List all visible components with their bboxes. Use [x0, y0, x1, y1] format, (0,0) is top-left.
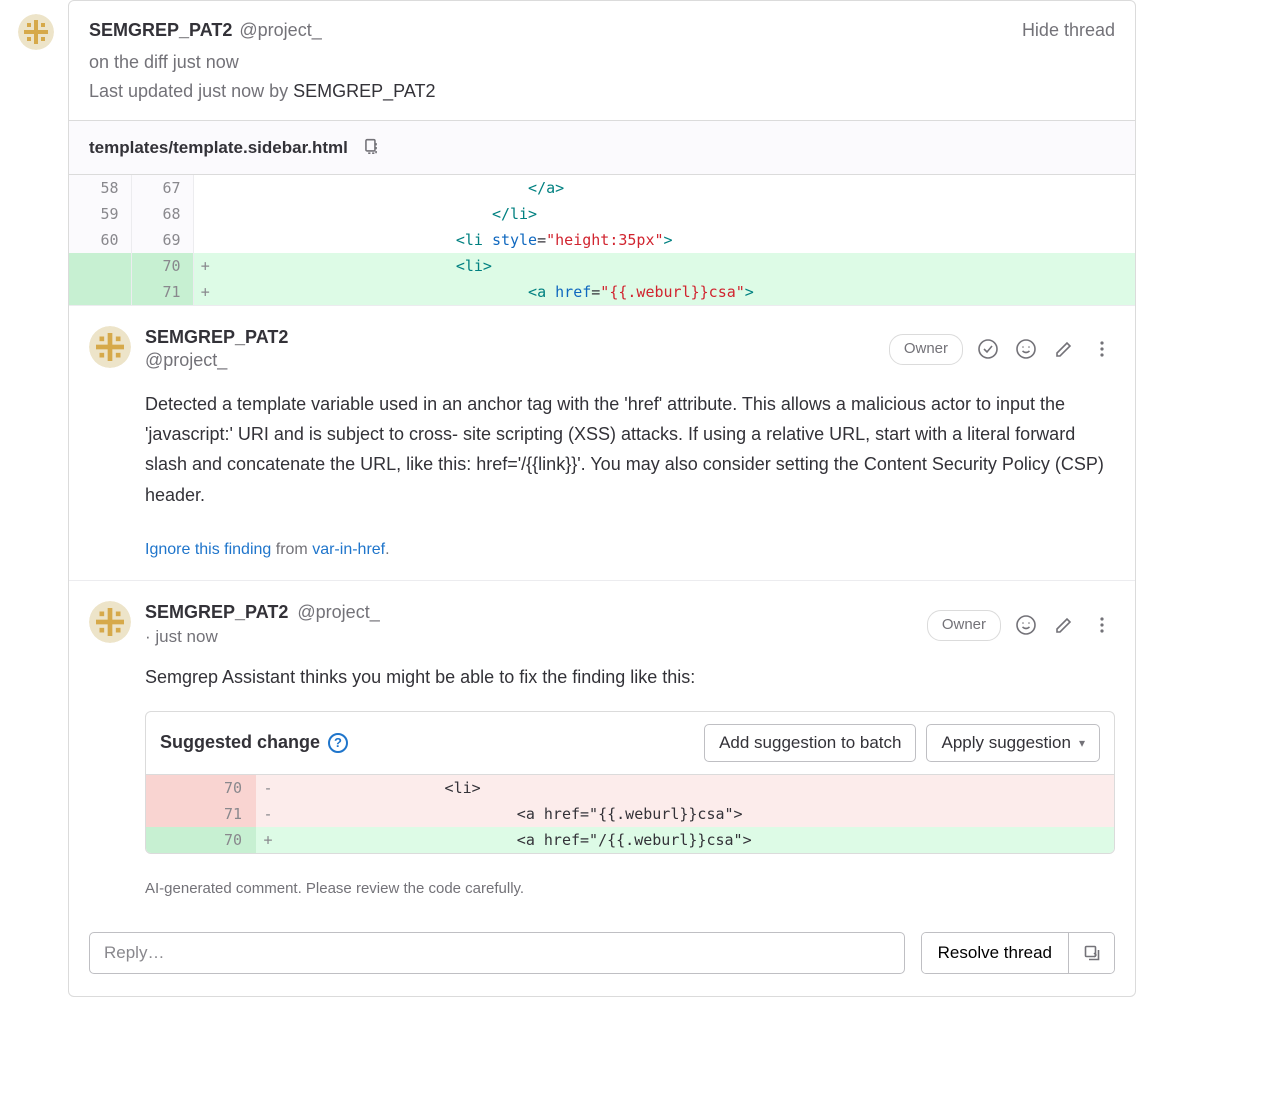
hide-thread-button[interactable]: Hide thread [1022, 17, 1115, 44]
suggestion-row: 70+ <a href="/{{.weburl}}csa"> [146, 827, 1114, 853]
finding-body: Detected a template variable used in an … [145, 389, 1115, 510]
avatar [89, 326, 131, 374]
diff-row: 5867 </a> [69, 175, 1135, 201]
comment-handle[interactable]: @project_ [145, 350, 227, 370]
diff-row: 6069 <li style="height:35px"> [69, 227, 1135, 253]
comment-actions: Owner [927, 610, 1115, 641]
thread-meta-1: on the diff just now [89, 48, 1022, 77]
ignore-finding-link[interactable]: Ignore this finding [145, 541, 271, 558]
diff-row: 71+ <a href="{{.weburl}}csa"> [69, 279, 1135, 305]
thread-header: SEMGREP_PAT2 @project_ on the diff just … [69, 1, 1135, 120]
thread-footer: Resolve thread [69, 918, 1135, 996]
diff-row: 70+ <li> [69, 253, 1135, 279]
more-icon[interactable] [1089, 612, 1115, 638]
comment-time: · just now [145, 624, 380, 650]
copy-path-icon[interactable] [360, 136, 382, 158]
edit-icon[interactable] [1051, 336, 1077, 362]
thread-handle[interactable]: @project_ [239, 20, 321, 40]
comment-author: SEMGREP_PAT2 [145, 602, 288, 622]
thread-card: SEMGREP_PAT2 @project_ on the diff just … [68, 0, 1136, 997]
resolve-check-icon[interactable] [975, 336, 1001, 362]
comment-actions: Owner [889, 334, 1115, 365]
suggestion-row: 70- <li> [146, 775, 1114, 801]
diff-row: 5968 </li> [69, 201, 1135, 227]
rule-link[interactable]: var-in-href [312, 541, 385, 558]
more-icon[interactable] [1089, 336, 1115, 362]
author-line: SEMGREP_PAT2 @project_ [89, 17, 1022, 44]
thread-meta-2: Last updated just now by SEMGREP_PAT2 [89, 77, 1022, 106]
edit-icon[interactable] [1051, 612, 1077, 638]
thread-avatar [16, 14, 56, 50]
resolve-thread-button[interactable]: Resolve thread [922, 933, 1068, 973]
ignore-line: Ignore this finding from var-in-href. [145, 538, 1115, 562]
assistant-message: Semgrep Assistant thinks you might be ab… [145, 664, 1115, 691]
owner-badge: Owner [889, 334, 963, 365]
emoji-icon[interactable] [1013, 612, 1039, 638]
comment-finding: SEMGREP_PAT2 @project_ Owner [69, 305, 1135, 580]
file-path[interactable]: templates/template.sidebar.html [89, 135, 348, 161]
suggestion-diff: 70- <li>71- <a href="{{.weburl}}csa">70+… [146, 775, 1114, 853]
comment-author: SEMGREP_PAT2 [145, 327, 288, 347]
resolve-dropdown-icon[interactable] [1068, 933, 1114, 973]
comment-assistant: SEMGREP_PAT2 @project_ · just now Owner [69, 580, 1135, 918]
suggestion-row: 71- <a href="{{.weburl}}csa"> [146, 801, 1114, 827]
emoji-icon[interactable] [1013, 336, 1039, 362]
file-path-header: templates/template.sidebar.html [69, 120, 1135, 176]
suggested-change-title: Suggested change ? [160, 729, 348, 756]
ai-note: AI-generated comment. Please review the … [145, 878, 1115, 901]
reply-input[interactable] [89, 932, 905, 974]
suggested-change: Suggested change ? Add suggestion to bat… [145, 711, 1115, 854]
help-icon[interactable]: ? [328, 733, 348, 753]
thread-author: SEMGREP_PAT2 [89, 20, 232, 40]
chevron-down-icon: ▾ [1079, 736, 1085, 750]
owner-badge: Owner [927, 610, 1001, 641]
add-to-batch-button[interactable]: Add suggestion to batch [704, 724, 916, 762]
avatar [89, 601, 131, 649]
comment-handle[interactable]: @project_ [297, 602, 379, 622]
code-diff: 5867 </a>5968 </li>6069 <li style="heigh… [69, 175, 1135, 305]
apply-suggestion-button[interactable]: Apply suggestion ▾ [926, 724, 1100, 762]
